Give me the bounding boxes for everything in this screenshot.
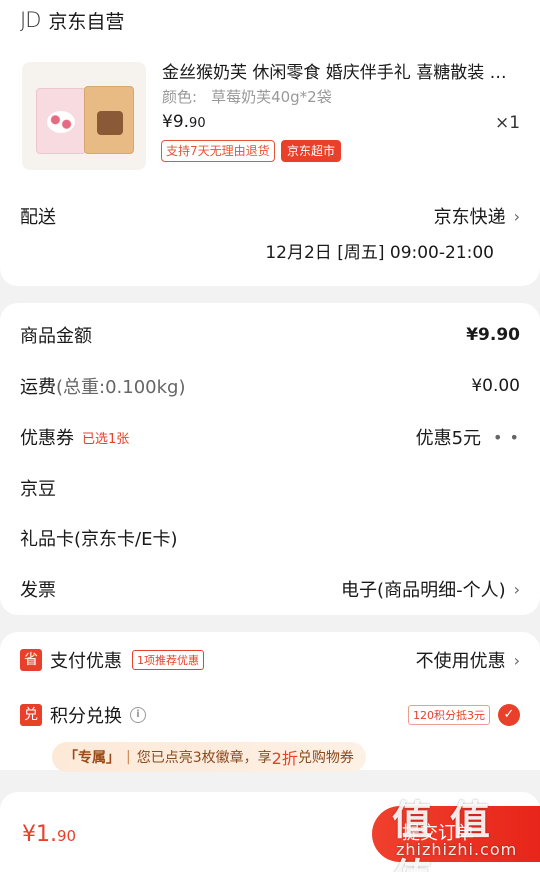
exchange-badge-icon: 兑 bbox=[20, 704, 42, 726]
product-price: ¥9.90 bbox=[162, 112, 206, 132]
giftcard-row[interactable]: 礼品卡(京东卡/E卡) bbox=[20, 523, 520, 553]
save-badge-icon: 省 bbox=[20, 649, 42, 671]
recommend-tag: 1项推荐优惠 bbox=[132, 650, 204, 670]
shop-name: 京东自营 bbox=[48, 10, 125, 33]
coupon-value: 优惠5元 bbox=[415, 428, 482, 449]
attribute-key: 颜色: bbox=[162, 88, 198, 106]
product-quantity: ×1 bbox=[495, 113, 521, 133]
shop-header: JD 京东自营 bbox=[20, 5, 124, 35]
total-decimal: 90 bbox=[57, 827, 77, 845]
product-attribute: 颜色: 草莓奶芙40g*2袋 bbox=[162, 86, 332, 107]
badge-promo-banner[interactable]: 「专属」 | 您已点亮3枚徽章，享 2折 兑购物券 bbox=[52, 742, 366, 772]
points-exchange-row[interactable]: 兑 积分兑换 i 120积分抵3元 ✓ bbox=[20, 700, 520, 730]
coupon-selected-count: 已选1张 bbox=[82, 431, 130, 447]
delivery-row[interactable]: 配送 京东快递 › bbox=[20, 201, 520, 231]
total-main: ¥1. bbox=[22, 822, 57, 847]
points-exchange-label: 积分兑换 bbox=[50, 706, 122, 727]
banner-text-post: 兑购物券 bbox=[297, 750, 354, 766]
chevron-right-icon: › bbox=[513, 206, 520, 226]
more-dots-icon: • • bbox=[493, 427, 520, 447]
strawberry-bag-icon bbox=[36, 88, 86, 154]
goods-amount-value: ¥9.90 bbox=[466, 325, 520, 345]
shipping-weight: (总重:0.100kg) bbox=[56, 377, 186, 398]
goods-amount-row: 商品金额 ¥9.90 bbox=[20, 320, 520, 350]
delivery-method: 京东快递 bbox=[433, 207, 506, 228]
price-main: ¥9. bbox=[162, 112, 190, 132]
chevron-right-icon: › bbox=[513, 579, 520, 599]
coupon-row[interactable]: 优惠券 已选1张 优惠5元 • • bbox=[20, 422, 520, 452]
return-policy-tag: 支持7天无理由退货 bbox=[161, 140, 275, 162]
checked-icon[interactable]: ✓ bbox=[498, 704, 520, 726]
chevron-right-icon: › bbox=[513, 650, 520, 670]
watermark-logo: 值 值 值 bbox=[392, 798, 492, 872]
product-image[interactable] bbox=[22, 62, 146, 170]
giftcard-label: 礼品卡(京东卡/E卡) bbox=[20, 529, 178, 550]
payment-discount-value: 不使用优惠 bbox=[415, 651, 506, 672]
banner-text-pre: 您已点亮3枚徽章，享 bbox=[136, 750, 272, 766]
jingdou-label: 京豆 bbox=[20, 479, 56, 500]
order-item-card: JD 京东自营 金丝猴奶芙 休闲零食 婚庆伴手礼 喜糖散装 糖果 颜色: 草莓奶芙… bbox=[0, 0, 540, 286]
shipping-label: 运费 bbox=[20, 377, 56, 398]
delivery-time[interactable]: 12月2日 [周五] 09:00-21:00 bbox=[265, 238, 494, 263]
supermarket-tag: 京东超市 bbox=[281, 140, 342, 162]
exclusive-label: 「专属」 bbox=[64, 750, 120, 766]
goods-amount-label: 商品金额 bbox=[20, 326, 92, 347]
jd-logo-icon: JD bbox=[20, 8, 41, 32]
info-icon[interactable]: i bbox=[130, 707, 146, 723]
banner-separator: | bbox=[126, 749, 131, 765]
banner-highlight: 2折 bbox=[271, 749, 298, 768]
fees-card: 商品金额 ¥9.90 运费 (总重:0.100kg) ¥0.00 优惠券 已选1张… bbox=[0, 303, 540, 615]
delivery-label: 配送 bbox=[20, 207, 56, 228]
invoice-value: 电子(商品明细-个人) bbox=[341, 580, 506, 601]
attribute-value: 草莓奶芙40g*2袋 bbox=[211, 88, 332, 106]
payment-discount-label: 支付优惠 bbox=[50, 651, 122, 672]
invoice-label: 发票 bbox=[20, 580, 56, 601]
chocolate-bag-icon bbox=[84, 86, 134, 154]
payment-discount-row[interactable]: 省 支付优惠 1项推荐优惠 不使用优惠 › bbox=[20, 645, 520, 675]
watermark-url: zhizhizhi.com bbox=[396, 840, 518, 859]
total-price: ¥1.90 bbox=[22, 822, 76, 847]
shipping-row: 运费 (总重:0.100kg) ¥0.00 bbox=[20, 371, 520, 401]
invoice-row[interactable]: 发票 电子(商品明细-个人) › bbox=[20, 574, 520, 604]
product-title[interactable]: 金丝猴奶芙 休闲零食 婚庆伴手礼 喜糖散装 糖果 bbox=[162, 58, 522, 83]
shipping-value: ¥0.00 bbox=[471, 376, 520, 396]
jingdou-row[interactable]: 京豆 bbox=[20, 473, 520, 503]
points-deduct-tag: 120积分抵3元 bbox=[408, 705, 490, 725]
coupon-label: 优惠券 bbox=[20, 428, 74, 449]
price-decimal: 90 bbox=[189, 116, 206, 131]
